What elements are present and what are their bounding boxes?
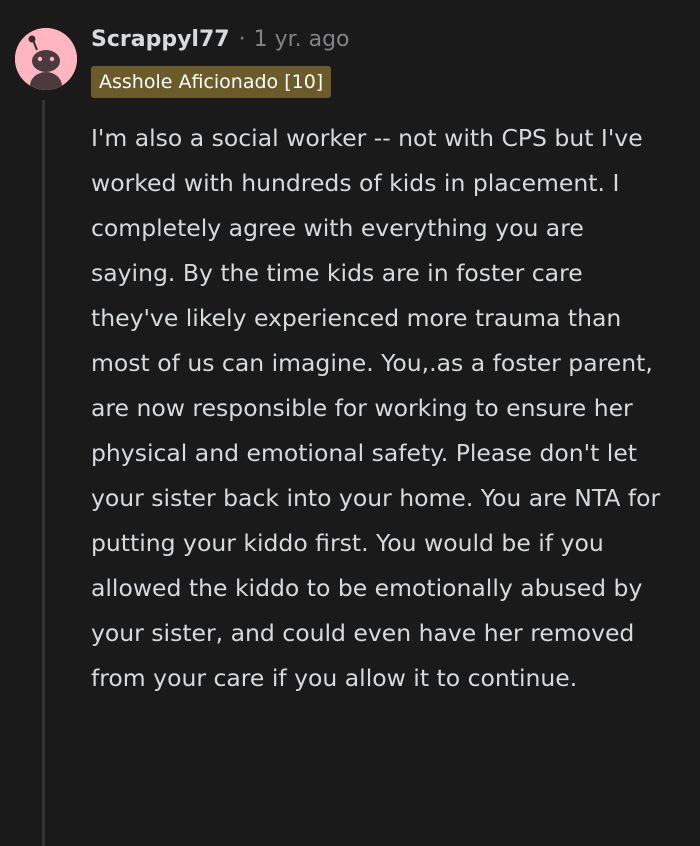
comment-meta: Scrappyl77 · 1 yr. ago xyxy=(91,22,350,56)
thread-collapse-line[interactable] xyxy=(42,100,45,846)
comment-timestamp: 1 yr. ago xyxy=(253,26,350,52)
user-avatar[interactable] xyxy=(15,28,77,90)
username-link[interactable]: Scrappyl77 xyxy=(91,27,230,52)
comment-body: I'm also a social worker -- not with CPS… xyxy=(91,124,661,692)
snoo-avatar-icon xyxy=(15,28,77,90)
user-flair: Asshole Aficionado [10] xyxy=(91,66,332,98)
comment: Scrappyl77 · 1 yr. ago Asshole Aficionad… xyxy=(0,0,700,846)
meta-separator: · xyxy=(238,26,246,52)
